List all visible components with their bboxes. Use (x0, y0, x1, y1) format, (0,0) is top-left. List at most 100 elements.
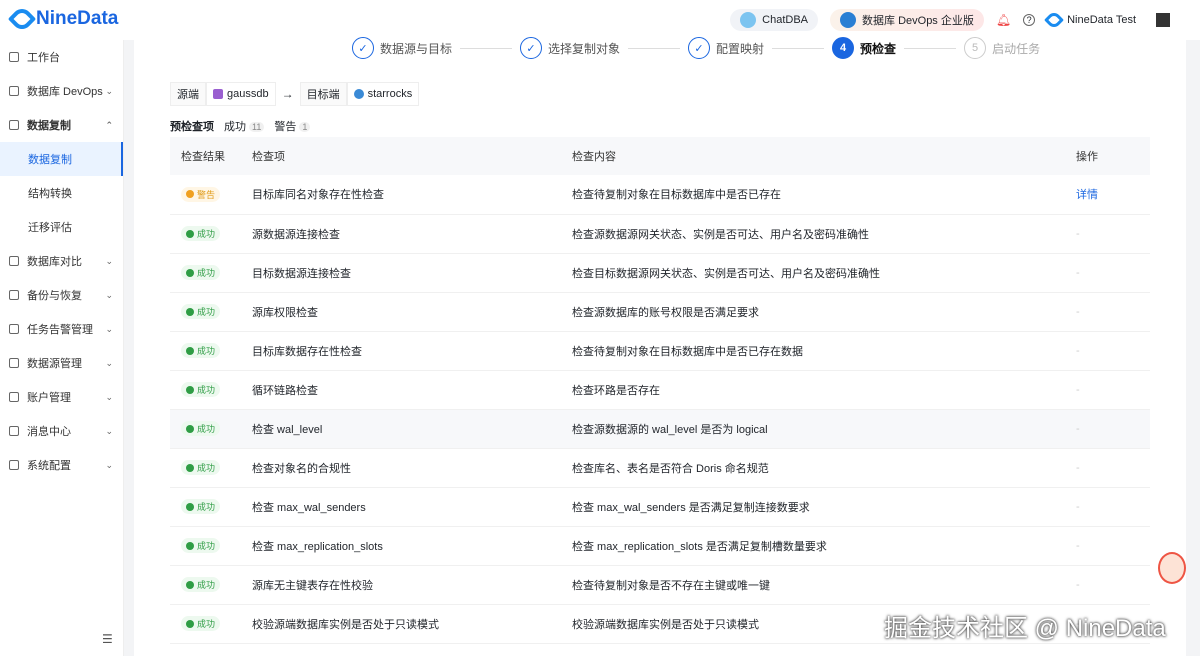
filter-success[interactable]: 成功 11 (224, 118, 265, 134)
sidebar-item-backup[interactable]: 备份与恢复 ⌄ (0, 278, 123, 312)
check-icon: ✓ (352, 37, 374, 59)
help-icon[interactable]: ? (1023, 14, 1036, 26)
monitor-icon (9, 86, 19, 96)
success-icon (186, 580, 194, 589)
check-item: 目标库数据存在性检查 (252, 331, 572, 371)
language-icon[interactable] (1156, 13, 1170, 27)
col-item: 检查项 (252, 137, 572, 175)
sidebar-sub-schema-convert[interactable]: 结构转换 (0, 176, 123, 210)
check-content: 检查目标数据源网关状态、实例是否可达、用户名及密码准确性 (572, 253, 1076, 293)
check-item: 循环链路检查 (252, 370, 572, 410)
chatdba-button[interactable]: ChatDBA (730, 9, 819, 31)
check-item: 校验源端数据库实例是否处于只读模式 (252, 604, 572, 644)
table-row: 成功 检查 max_replication_slots 检查 max_repli… (170, 526, 1150, 566)
step-label: 配置映射 (716, 41, 765, 56)
action-empty: - (1076, 409, 1150, 449)
table-row: 成功 检查 max_wal_senders 检查 max_wal_senders… (170, 487, 1150, 527)
sidebar-sub-replication[interactable]: 数据复制 (0, 142, 123, 176)
status-text: 成功 (197, 229, 216, 239)
result-cell: 成功 (170, 370, 252, 410)
edition-button[interactable]: 数据库 DevOps 企业版 (830, 9, 984, 31)
collapse-menu-icon[interactable]: ☰ (102, 632, 113, 646)
check-item: 目标库同名对象存在性检查 (252, 175, 572, 215)
summary-title: 预检查项 (170, 121, 214, 133)
status-text: 成功 (197, 502, 216, 512)
status-text: 成功 (197, 268, 216, 278)
label: 数据库 DevOps (27, 86, 103, 98)
status-text: 成功 (197, 619, 216, 629)
bell-icon[interactable]: 🔔︎ (996, 13, 1011, 27)
chevron-down-icon: ⌄ (105, 255, 113, 266)
status-text: 成功 (197, 424, 216, 434)
success-icon (186, 502, 194, 511)
sidebar-item-settings[interactable]: 系统配置 ⌄ (0, 448, 123, 482)
details-link[interactable]: 详情 (1076, 175, 1150, 215)
home-icon (9, 52, 19, 62)
action-empty: - (1076, 253, 1150, 293)
logo[interactable]: NineData (7, 4, 119, 34)
gaussdb-icon (213, 89, 223, 99)
result-cell: 成功 (170, 331, 252, 371)
check-content: 检查源数据源网关状态、实例是否可达、用户名及密码准确性 (572, 214, 1076, 254)
sidebar-item-alerts[interactable]: 任务告警管理 ⌄ (0, 312, 123, 346)
support-avatar[interactable] (1158, 552, 1186, 584)
label: 数据复制 (27, 120, 71, 132)
status-text: 成功 (197, 346, 216, 356)
result-cell: 成功 (170, 526, 252, 566)
step-number: 5 (964, 37, 987, 59)
user-menu[interactable]: NineData Test (1044, 10, 1136, 30)
step-4[interactable]: 4 预检查 (832, 37, 896, 59)
check-icon: ✓ (688, 37, 711, 59)
alarm-icon (9, 324, 19, 334)
grid-icon (9, 460, 19, 470)
status-badge: 警告 (181, 186, 221, 202)
step-1[interactable]: ✓ 数据源与目标 (352, 37, 452, 59)
route-info: 源端 gaussdb → 目标端 starrocks (170, 82, 420, 106)
sidebar-sub-migration-eval[interactable]: 迁移评估 (0, 210, 123, 244)
table-row: 成功 目标数据源连接检查 检查目标数据源网关状态、实例是否可达、用户名及密码准确… (170, 253, 1150, 293)
result-cell: 成功 (170, 253, 252, 293)
action-empty: - (1076, 448, 1150, 488)
table-row: 成功 源库权限检查 检查源数据库的账号权限是否满足要求 - (170, 292, 1150, 332)
check-content: 检查环路是否存在 (572, 370, 1076, 410)
status-text: 成功 (197, 463, 216, 473)
success-icon (186, 385, 194, 394)
col-result: 检查结果 (170, 137, 252, 175)
check-content: 检查待复制对象是否不存在主键或唯一键 (572, 565, 1076, 605)
step-3[interactable]: ✓ 配置映射 (688, 37, 764, 59)
scrollbar[interactable] (1186, 40, 1200, 656)
step-2[interactable]: ✓ 选择复制对象 (520, 37, 620, 59)
status-badge: 成功 (181, 460, 221, 475)
result-cell: 成功 (170, 214, 252, 254)
result-cell: 成功 (170, 604, 252, 644)
table-row: 警告 目标库同名对象存在性检查 检查待复制对象在目标数据库中是否已存在 详情 (170, 175, 1150, 215)
sidebar-item-devops[interactable]: 数据库 DevOps ⌄ (0, 74, 123, 108)
table-row: 成功 检查 wal_level 检查源数据源的 wal_level 是否为 lo… (170, 409, 1150, 449)
check-content: 检查库名、表名是否符合 Doris 命名规范 (572, 448, 1076, 488)
sidebar-item-accounts[interactable]: 账户管理 ⌄ (0, 380, 123, 414)
table-row: 成功 源数据源连接检查 检查源数据源网关状态、实例是否可达、用户名及密码准确性 … (170, 214, 1150, 254)
check-content: 检查 max_wal_senders 是否满足复制连接数要求 (572, 487, 1076, 527)
chevron-down-icon: ⌄ (105, 459, 113, 470)
check-content: 检查源数据源的 wal_level 是否为 logical (572, 409, 1076, 449)
sidebar-item-workbench[interactable]: 工作台 (0, 40, 123, 74)
sidebar-item-messages[interactable]: 消息中心 ⌄ (0, 414, 123, 448)
check-item: 源数据源连接检查 (252, 214, 572, 254)
chevron-down-icon: ⌄ (105, 425, 113, 436)
sidebar: 工作台 数据库 DevOps ⌄ 数据复制 ⌃ 数据复制 结构转换 迁移评估 数据库… (0, 40, 124, 656)
gutter (124, 40, 134, 656)
check-content: 检查 max_replication_slots 是否满足复制槽数量要求 (572, 526, 1076, 566)
label: 任务告警管理 (27, 324, 93, 336)
step-label: 启动任务 (992, 41, 1041, 56)
chevron-up-icon: ⌃ (105, 119, 113, 130)
sidebar-item-compare[interactable]: 数据库对比 ⌄ (0, 244, 123, 278)
brand-name: NineData (36, 8, 119, 29)
warning-icon (186, 190, 194, 199)
status-badge: 成功 (181, 226, 221, 241)
sidebar-item-datasource[interactable]: 数据源管理 ⌄ (0, 346, 123, 380)
check-icon: ✓ (520, 37, 543, 59)
sidebar-item-replication[interactable]: 数据复制 ⌃ (0, 108, 123, 142)
result-cell: 成功 (170, 292, 252, 332)
filter-warning[interactable]: 警告 1 (274, 118, 311, 134)
label: 备份与恢复 (27, 290, 82, 302)
